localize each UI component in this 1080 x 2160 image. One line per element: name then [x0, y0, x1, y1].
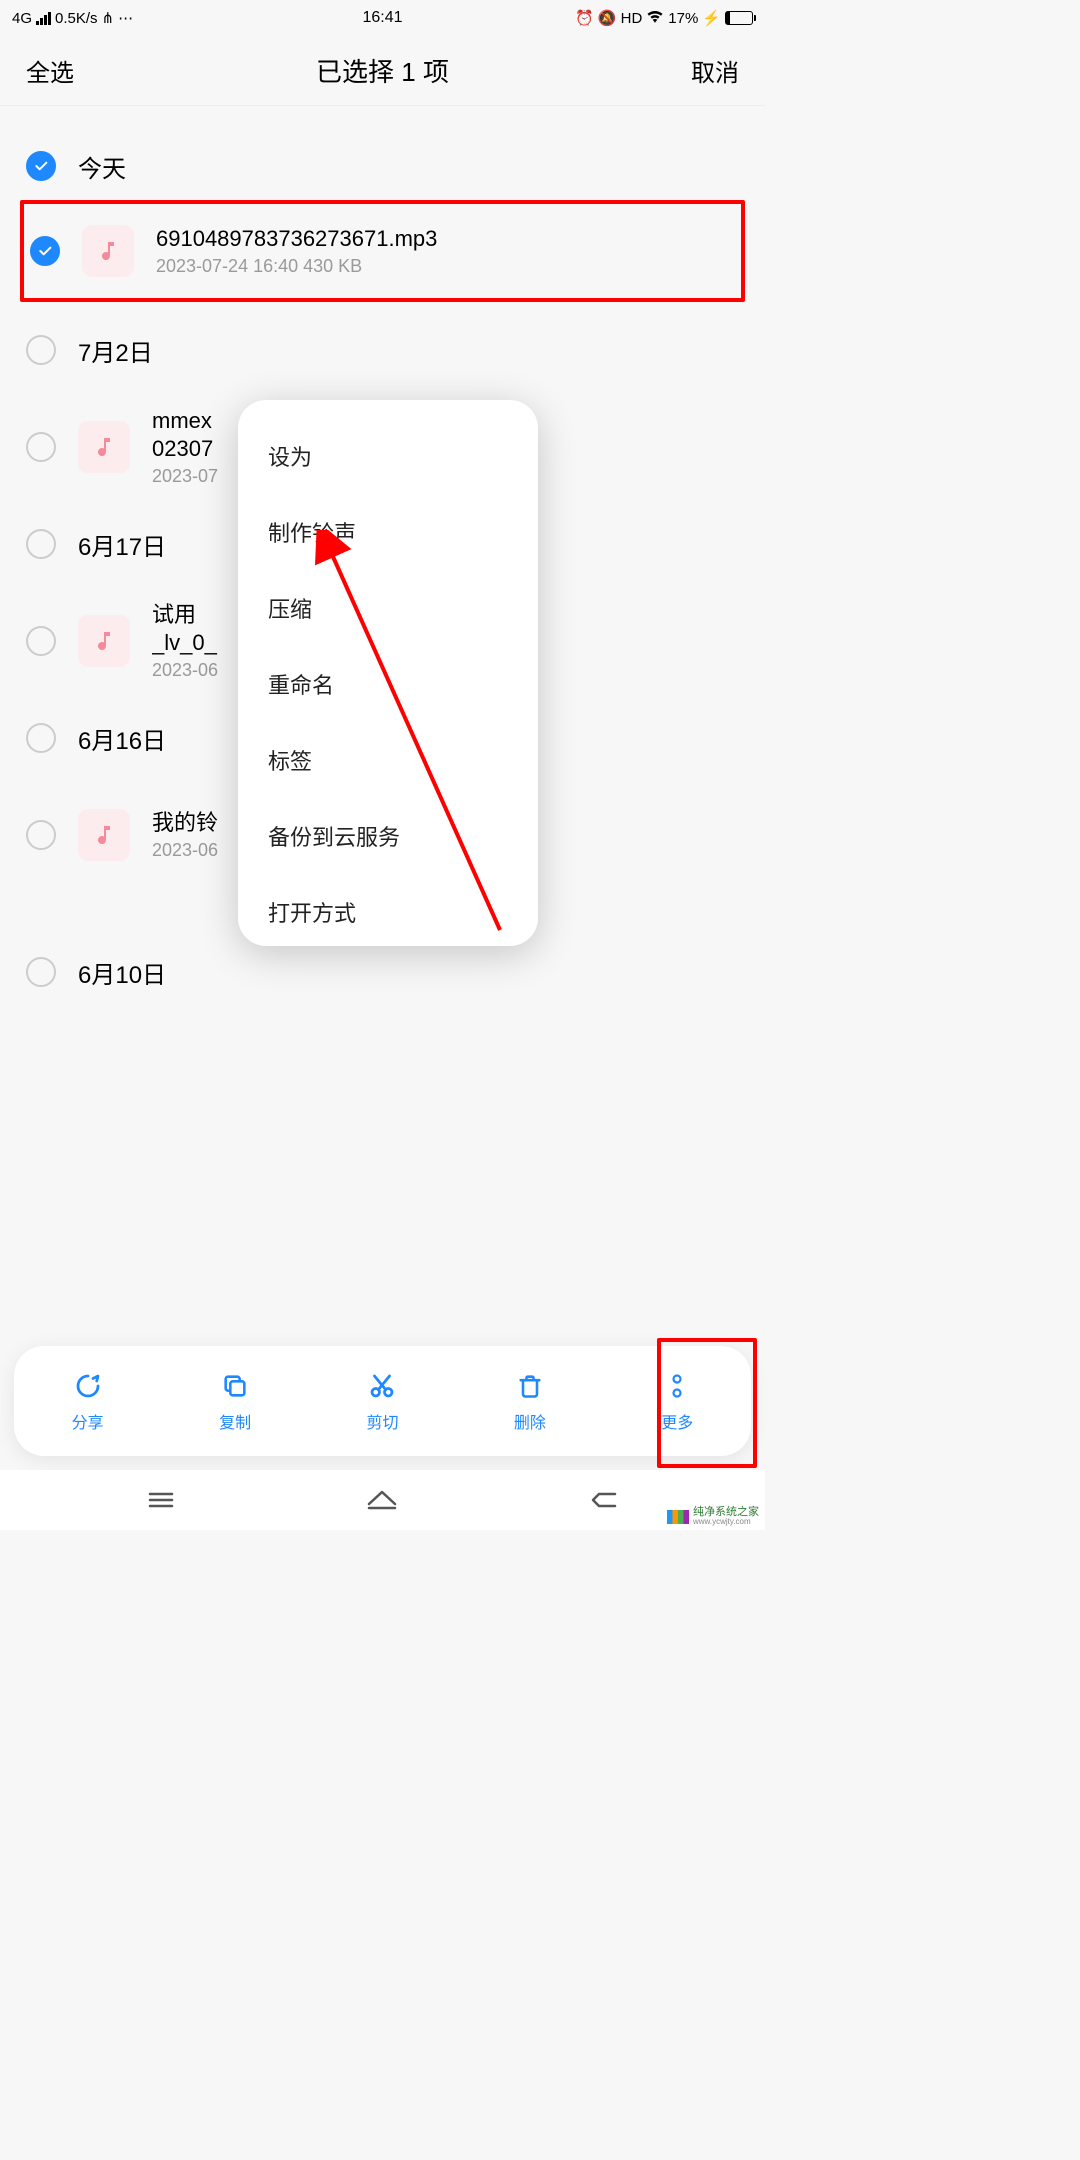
- popup-set-as[interactable]: 设为: [238, 418, 538, 494]
- file-checkbox[interactable]: [30, 236, 60, 266]
- cut-button[interactable]: 剪切: [346, 1369, 418, 1433]
- file-row[interactable]: 6910489783736273671.mp3 2023-07-24 16:40…: [30, 204, 741, 298]
- more-button[interactable]: 更多: [641, 1369, 713, 1433]
- popup-rename[interactable]: 重命名: [238, 646, 538, 722]
- wifi-icon: [646, 9, 664, 27]
- group-label: 6月10日: [78, 955, 166, 990]
- file-name: 6910489783736273671.mp3: [156, 225, 437, 253]
- annotation-highlight-file: 6910489783736273671.mp3 2023-07-24 16:40…: [20, 200, 745, 302]
- more-dots-icon: ⋯: [118, 9, 133, 27]
- signal-icon: [36, 12, 51, 25]
- charging-icon: ⚡: [702, 9, 721, 27]
- delete-icon: [513, 1369, 547, 1403]
- file-checkbox[interactable]: [26, 432, 56, 462]
- share-button[interactable]: 分享: [52, 1369, 124, 1433]
- popup-compress[interactable]: 压缩: [238, 570, 538, 646]
- nav-recent-button[interactable]: [141, 1480, 181, 1520]
- clock: 16:41: [362, 9, 402, 27]
- share-icon: [71, 1369, 105, 1403]
- usb-icon: ⋔: [102, 9, 115, 27]
- nav-home-button[interactable]: [362, 1480, 402, 1520]
- tool-label: 更多: [661, 1409, 693, 1433]
- group-checkbox[interactable]: [26, 529, 56, 559]
- tool-label: 复制: [219, 1409, 251, 1433]
- battery-icon: [725, 11, 753, 25]
- action-toolbar: 分享 复制 剪切 删除 更多: [14, 1346, 751, 1456]
- popup-tags[interactable]: 标签: [238, 722, 538, 798]
- cut-icon: [365, 1369, 399, 1403]
- group-label: 6月16日: [78, 721, 166, 756]
- selection-header: 全选 已选择 1 项 取消: [0, 36, 765, 106]
- music-file-icon: [78, 809, 130, 861]
- music-file-icon: [82, 225, 134, 277]
- nav-back-button[interactable]: [584, 1480, 624, 1520]
- popup-open-with[interactable]: 打开方式: [238, 874, 538, 928]
- copy-icon: [218, 1369, 252, 1403]
- group-header-today[interactable]: 今天: [0, 136, 765, 196]
- cancel-button[interactable]: 取消: [691, 53, 739, 88]
- group-header[interactable]: 6月10日: [0, 942, 765, 1002]
- selection-title: 已选择 1 项: [316, 52, 449, 89]
- system-nav-bar: [0, 1470, 765, 1530]
- group-checkbox[interactable]: [26, 335, 56, 365]
- tool-label: 删除: [514, 1409, 546, 1433]
- more-actions-popup: 设为 制作铃声 压缩 重命名 标签 备份到云服务 打开方式: [238, 400, 538, 946]
- popup-backup-cloud[interactable]: 备份到云服务: [238, 798, 538, 874]
- dnd-icon: 🔕: [598, 9, 617, 27]
- group-checkbox[interactable]: [26, 151, 56, 181]
- music-file-icon: [78, 421, 130, 473]
- alarm-icon: ⏰: [575, 9, 594, 27]
- group-label: 6月17日: [78, 527, 166, 562]
- popup-make-ringtone[interactable]: 制作铃声: [238, 494, 538, 570]
- group-checkbox[interactable]: [26, 957, 56, 987]
- file-checkbox[interactable]: [26, 626, 56, 656]
- group-header[interactable]: 7月2日: [0, 320, 765, 380]
- watermark-logo-icon: [667, 1510, 689, 1524]
- watermark: 纯净系统之家 www.ycwjty.com: [667, 1507, 759, 1526]
- tool-label: 分享: [72, 1409, 104, 1433]
- battery-pct: 17%: [668, 10, 698, 27]
- status-bar: 4G 0.5K/s ⋔ ⋯ 16:41 ⏰ 🔕 HD 17% ⚡: [0, 0, 765, 36]
- delete-button[interactable]: 删除: [494, 1369, 566, 1433]
- group-checkbox[interactable]: [26, 723, 56, 753]
- network-type: 4G: [12, 10, 32, 27]
- copy-button[interactable]: 复制: [199, 1369, 271, 1433]
- more-icon: [660, 1369, 694, 1403]
- net-speed: 0.5K/s: [55, 10, 98, 27]
- group-label: 今天: [78, 149, 126, 184]
- file-checkbox[interactable]: [26, 820, 56, 850]
- tool-label: 剪切: [366, 1409, 398, 1433]
- select-all-button[interactable]: 全选: [26, 53, 74, 88]
- hd-indicator: HD: [621, 10, 643, 27]
- watermark-url: www.ycwjty.com: [693, 1518, 759, 1526]
- file-meta: 2023-07-24 16:40 430 KB: [156, 256, 437, 277]
- music-file-icon: [78, 615, 130, 667]
- group-label: 7月2日: [78, 333, 153, 368]
